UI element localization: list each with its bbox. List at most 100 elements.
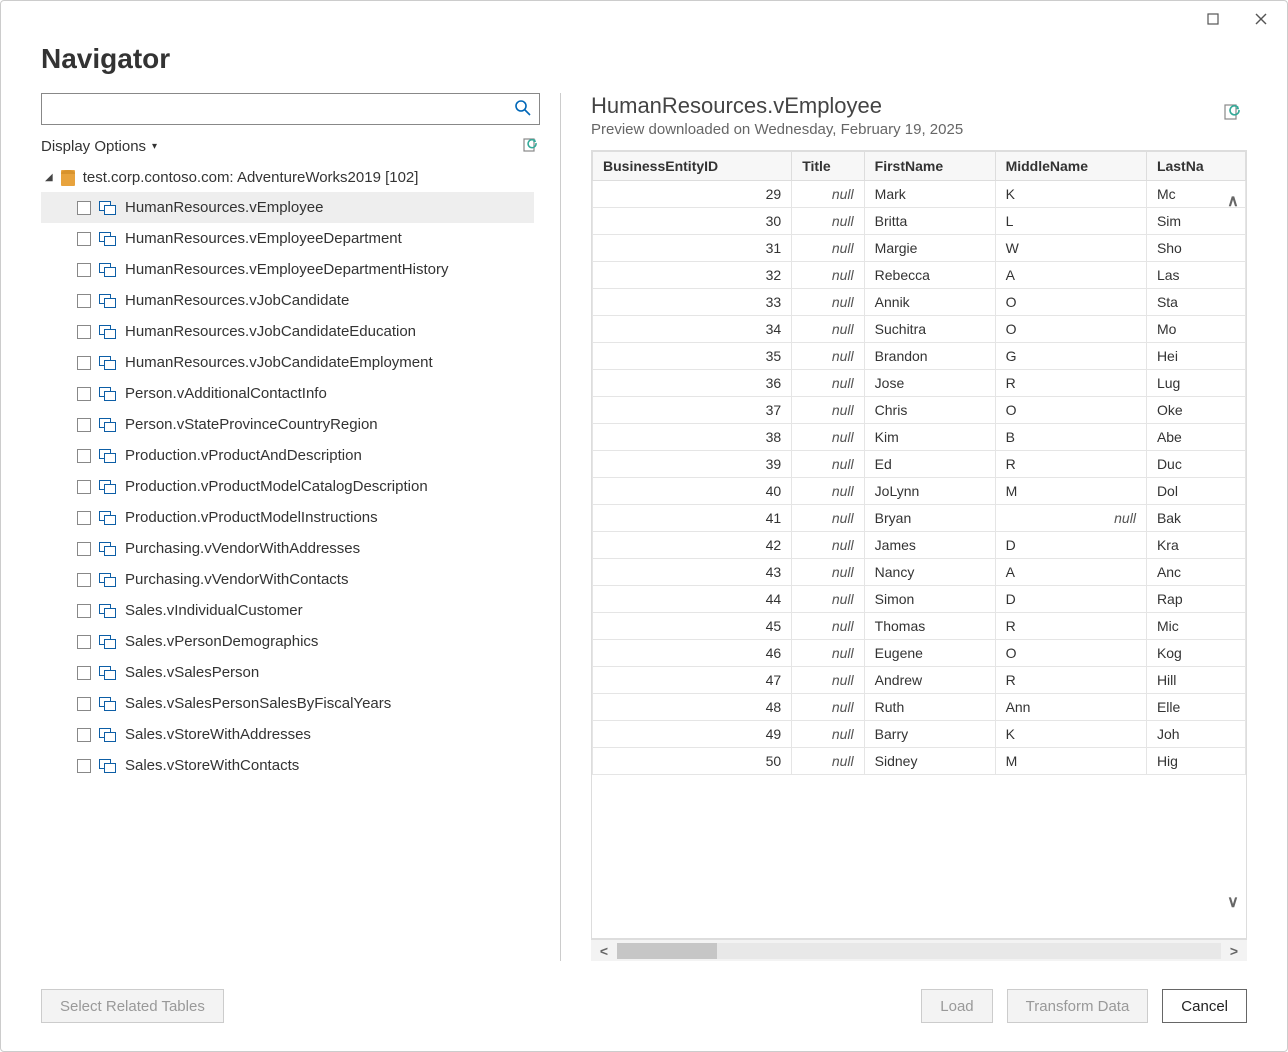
table-row[interactable]: 29nullMarkKMc [593, 181, 1246, 208]
table-row[interactable]: 31nullMargieWSho [593, 235, 1246, 262]
table-cell: 43 [593, 559, 792, 586]
tree-item-checkbox[interactable] [77, 263, 91, 277]
load-button[interactable]: Load [921, 989, 992, 1023]
tree-item-checkbox[interactable] [77, 418, 91, 432]
scroll-track[interactable] [617, 943, 1221, 959]
table-row[interactable]: 38nullKimBAbe [593, 424, 1246, 451]
table-cell: A [995, 262, 1146, 289]
table-cell: null [792, 397, 864, 424]
table-row[interactable]: 34nullSuchitraOMo [593, 316, 1246, 343]
maximize-button[interactable] [1195, 5, 1231, 33]
table-row[interactable]: 39nullEdRDuc [593, 451, 1246, 478]
table-row[interactable]: 33nullAnnikOSta [593, 289, 1246, 316]
column-header[interactable]: MiddleName [995, 152, 1146, 181]
tree-item-label: Production.vProductModelCatalogDescripti… [125, 478, 428, 495]
tree-item[interactable]: HumanResources.vEmployee [41, 192, 534, 223]
table-cell: O [995, 289, 1146, 316]
table-row[interactable]: 50nullSidneyMHig [593, 748, 1246, 775]
tree-item[interactable]: Sales.vSalesPersonSalesByFiscalYears [41, 688, 534, 719]
display-options-dropdown[interactable]: Display Options ▾ [41, 138, 157, 155]
table-row[interactable]: 37nullChrisOOke [593, 397, 1246, 424]
collapse-icon[interactable]: ◢ [45, 172, 53, 183]
tree-root[interactable]: ◢ test.corp.contoso.com: AdventureWorks2… [41, 163, 534, 192]
table-row[interactable]: 47nullAndrewRHill [593, 667, 1246, 694]
tree-item-checkbox[interactable] [77, 201, 91, 215]
table-cell: Oke [1146, 397, 1245, 424]
close-button[interactable] [1243, 5, 1279, 33]
tree-item[interactable]: Sales.vPersonDemographics [41, 626, 534, 657]
scroll-left-button[interactable]: < [591, 943, 617, 959]
tree-item[interactable]: Production.vProductModelCatalogDescripti… [41, 471, 534, 502]
tree-item-checkbox[interactable] [77, 480, 91, 494]
tree-item-checkbox[interactable] [77, 666, 91, 680]
tree-item[interactable]: HumanResources.vEmployeeDepartment [41, 223, 534, 254]
scroll-right-button[interactable]: > [1221, 943, 1247, 959]
transform-data-button[interactable]: Transform Data [1007, 989, 1149, 1023]
object-tree[interactable]: ◢ test.corp.contoso.com: AdventureWorks2… [41, 163, 540, 961]
tree-item-checkbox[interactable] [77, 511, 91, 525]
scroll-thumb[interactable] [617, 943, 717, 959]
table-row[interactable]: 32nullRebeccaALas [593, 262, 1246, 289]
horizontal-scrollbar[interactable]: < > [591, 939, 1247, 961]
tree-item[interactable]: Sales.vStoreWithAddresses [41, 719, 534, 750]
table-row[interactable]: 43nullNancyAAnc [593, 559, 1246, 586]
table-row[interactable]: 41nullBryannullBak [593, 505, 1246, 532]
table-row[interactable]: 35nullBrandonGHei [593, 343, 1246, 370]
tree-item-checkbox[interactable] [77, 635, 91, 649]
tree-item[interactable]: Person.vStateProvinceCountryRegion [41, 409, 534, 440]
tree-item-checkbox[interactable] [77, 759, 91, 773]
tree-item-checkbox[interactable] [77, 728, 91, 742]
tree-item[interactable]: Sales.vStoreWithContacts [41, 750, 534, 781]
search-input[interactable] [41, 93, 540, 125]
column-header[interactable]: Title [792, 152, 864, 181]
view-icon [99, 387, 117, 401]
tree-item[interactable]: HumanResources.vJobCandidate [41, 285, 534, 316]
tree-item-checkbox[interactable] [77, 232, 91, 246]
table-row[interactable]: 46nullEugeneOKog [593, 640, 1246, 667]
view-icon [99, 542, 117, 556]
table-cell: Hill [1146, 667, 1245, 694]
refresh-tree-button[interactable] [522, 137, 540, 155]
tree-item-checkbox[interactable] [77, 325, 91, 339]
column-header[interactable]: LastNa [1146, 152, 1245, 181]
table-row[interactable]: 44nullSimonDRap [593, 586, 1246, 613]
tree-item-checkbox[interactable] [77, 449, 91, 463]
tree-item[interactable]: Production.vProductAndDescription [41, 440, 534, 471]
table-cell: R [995, 451, 1146, 478]
tree-item[interactable]: HumanResources.vJobCandidateEducation [41, 316, 534, 347]
table-row[interactable]: 36nullJoseRLug [593, 370, 1246, 397]
tree-item-checkbox[interactable] [77, 356, 91, 370]
table-row[interactable]: 45nullThomasRMic [593, 613, 1246, 640]
tree-item[interactable]: Sales.vSalesPerson [41, 657, 534, 688]
view-icon [99, 232, 117, 246]
table-row[interactable]: 40nullJoLynnMDol [593, 478, 1246, 505]
tree-item[interactable]: HumanResources.vEmployeeDepartmentHistor… [41, 254, 534, 285]
tree-item-checkbox[interactable] [77, 294, 91, 308]
table-row[interactable]: 42nullJamesDKra [593, 532, 1246, 559]
view-icon [99, 697, 117, 711]
tree-item-checkbox[interactable] [77, 542, 91, 556]
search-icon[interactable] [514, 99, 532, 120]
table-row[interactable]: 48nullRuthAnnElle [593, 694, 1246, 721]
tree-item[interactable]: Purchasing.vVendorWithAddresses [41, 533, 534, 564]
navigator-dialog: Navigator Display Options ▾ [0, 0, 1288, 1052]
preview-table-container[interactable]: BusinessEntityIDTitleFirstNameMiddleName… [591, 150, 1247, 939]
cancel-button[interactable]: Cancel [1162, 989, 1247, 1023]
tree-item-checkbox[interactable] [77, 573, 91, 587]
tree-item[interactable]: Person.vAdditionalContactInfo [41, 378, 534, 409]
table-row[interactable]: 49nullBarryKJoh [593, 721, 1246, 748]
select-related-tables-button[interactable]: Select Related Tables [41, 989, 224, 1023]
tree-item[interactable]: Sales.vIndividualCustomer [41, 595, 534, 626]
tree-item-checkbox[interactable] [77, 387, 91, 401]
column-header[interactable]: FirstName [864, 152, 995, 181]
tree-item[interactable]: Production.vProductModelInstructions [41, 502, 534, 533]
table-cell: Abe [1146, 424, 1245, 451]
column-header[interactable]: BusinessEntityID [593, 152, 792, 181]
tree-item-checkbox[interactable] [77, 604, 91, 618]
table-row[interactable]: 30nullBrittaLSim [593, 208, 1246, 235]
refresh-preview-button[interactable] [1219, 99, 1247, 127]
table-cell: 29 [593, 181, 792, 208]
tree-item-checkbox[interactable] [77, 697, 91, 711]
tree-item[interactable]: Purchasing.vVendorWithContacts [41, 564, 534, 595]
tree-item[interactable]: HumanResources.vJobCandidateEmployment [41, 347, 534, 378]
